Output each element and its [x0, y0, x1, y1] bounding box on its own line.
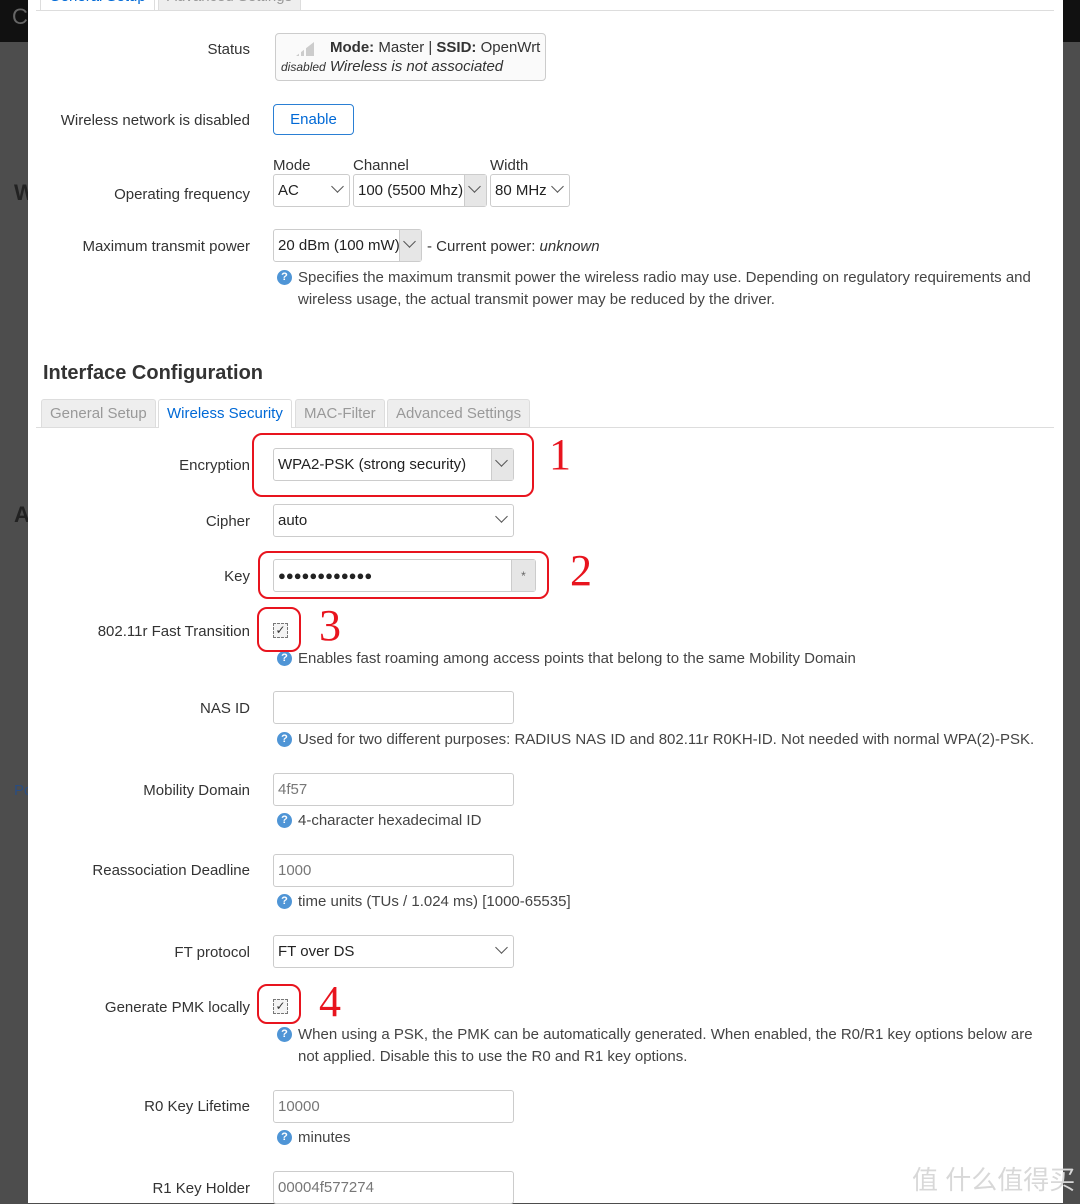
fast-transition-help: ? Enables fast roaming among access point…: [277, 648, 1047, 670]
help-text: Used for two different purposes: RADIUS …: [298, 731, 1035, 748]
cipher-value: auto: [278, 512, 308, 529]
cipher-select[interactable]: auto: [273, 504, 514, 537]
current-power-value: unknown: [539, 238, 600, 255]
tab-mac-filter[interactable]: MAC-Filter: [295, 399, 385, 427]
signal-icon: [296, 42, 314, 56]
channel-select[interactable]: 100 (5500 Mhz): [353, 174, 487, 207]
tab-general-setup-top[interactable]: General Setup: [40, 0, 155, 10]
annotation-number: 1: [549, 430, 571, 479]
interface-configuration-title: Interface Configuration: [43, 362, 264, 384]
annotation-box: [258, 551, 549, 599]
wireless-disabled-label: Wireless network is disabled: [60, 112, 250, 129]
channel-heading: Channel: [353, 157, 409, 174]
help-text: minutes: [298, 1129, 351, 1146]
chevron-down-icon: [403, 237, 417, 251]
generate-pmk-help: ? When using a PSK, the PMK can be automa…: [277, 1024, 1047, 1068]
transmit-power-value: 20 dBm (100 mW): [278, 237, 400, 254]
help-text: Enables fast roaming among access points…: [298, 650, 856, 667]
r1-key-holder-label: R1 Key Holder: [152, 1180, 250, 1197]
help-icon: ?: [277, 732, 292, 747]
help-text: 4-character hexadecimal ID: [298, 812, 482, 829]
background-letter: C: [12, 4, 28, 29]
cipher-label: Cipher: [205, 513, 250, 530]
width-heading: Width: [490, 157, 529, 174]
chevron-down-icon: [495, 512, 509, 526]
annotation-box: [252, 433, 534, 497]
mobility-domain-input[interactable]: 4f57: [273, 773, 514, 806]
reassociation-deadline-help: ? time units (TUs / 1.024 ms) [1000-65535…: [277, 891, 1047, 913]
ft-protocol-label: FT protocol: [174, 944, 250, 961]
ft-protocol-value: FT over DS: [278, 943, 355, 960]
tab-advanced-settings[interactable]: Advanced Settings: [387, 399, 531, 427]
help-text: time units (TUs / 1.024 ms) [1000-65535]: [298, 893, 571, 910]
fast-transition-label: 802.11r Fast Transition: [97, 623, 250, 640]
mode-select-value: AC: [278, 182, 299, 199]
tab-general-setup[interactable]: General Setup: [41, 399, 156, 427]
channel-select-value: 100 (5500 Mhz): [358, 182, 464, 199]
annotation-box: [257, 984, 301, 1024]
assoc-status: Wireless is not associated: [329, 58, 504, 75]
help-icon: ?: [277, 270, 292, 285]
help-icon: ?: [277, 1130, 292, 1145]
enable-button[interactable]: Enable: [273, 104, 354, 135]
generate-pmk-label: Generate PMK locally: [104, 999, 250, 1016]
r0-key-lifetime-label: R0 Key Lifetime: [144, 1098, 250, 1115]
help-text: When using a PSK, the PMK can be automat…: [298, 1026, 1033, 1065]
help-icon: ?: [277, 651, 292, 666]
transmit-power-select[interactable]: 20 dBm (100 mW): [273, 229, 422, 262]
annotation-number: 2: [570, 546, 592, 595]
tab-wireless-security[interactable]: Wireless Security: [158, 399, 292, 428]
mode-select[interactable]: AC: [273, 174, 350, 207]
ft-protocol-select[interactable]: FT over DS: [273, 935, 514, 968]
chevron-down-icon: [495, 943, 509, 957]
reassociation-deadline-input[interactable]: 1000: [273, 854, 514, 887]
help-icon: ?: [277, 813, 292, 828]
current-power-prefix: - Current power:: [427, 238, 536, 255]
nas-id-label: NAS ID: [199, 700, 250, 717]
wireless-config-modal: General Setup Advanced Settings Status M…: [28, 0, 1075, 1204]
annotation-number: 4: [319, 977, 341, 1026]
tab-advanced-settings-top[interactable]: Advanced Settings: [158, 0, 302, 10]
help-text: Specifies the maximum transmit power the…: [298, 269, 1031, 308]
mode-value: Master: [378, 39, 425, 56]
chevron-down-icon: [331, 182, 345, 196]
watermark-logo: 值 什么值得买: [912, 1165, 1076, 1195]
mobility-domain-help: ? 4-character hexadecimal ID: [277, 810, 1047, 832]
ssid-value: OpenWrt: [480, 39, 541, 56]
chevron-down-icon: [551, 182, 565, 196]
r1-key-holder-input[interactable]: 00004f577274: [273, 1171, 514, 1204]
help-icon: ?: [277, 894, 292, 909]
help-icon: ?: [277, 1027, 292, 1042]
width-select-value: 80 MHz: [495, 182, 547, 199]
max-transmit-power-label: Maximum transmit power: [82, 238, 250, 255]
operating-frequency-label: Operating frequency: [114, 186, 250, 203]
width-select[interactable]: 80 MHz: [490, 174, 570, 207]
encryption-label: Encryption: [179, 457, 250, 474]
status-box: Mode: Master | SSID: OpenWrt disabled Wi…: [275, 33, 546, 81]
nas-id-help: ? Used for two different purposes: RADIUS…: [277, 729, 1047, 751]
annotation-number: 3: [319, 601, 341, 650]
status-label: Status: [207, 41, 250, 58]
mode-heading: Mode: [273, 157, 311, 174]
ssid-key: SSID:: [436, 39, 477, 56]
transmit-power-help: ? Specifies the maximum transmit power th…: [277, 267, 1047, 311]
r0-key-lifetime-input[interactable]: 10000: [273, 1090, 514, 1123]
r0-key-lifetime-help: ? minutes: [277, 1127, 1047, 1149]
annotation-box: [257, 607, 301, 652]
mobility-domain-label: Mobility Domain: [143, 782, 250, 799]
reassociation-deadline-label: Reassociation Deadline: [92, 862, 250, 879]
mode-key: Mode:: [330, 39, 375, 56]
signal-text: disabled: [281, 60, 326, 74]
chevron-down-icon: [468, 182, 482, 196]
nas-id-input[interactable]: [273, 691, 514, 724]
key-label: Key: [224, 568, 250, 585]
